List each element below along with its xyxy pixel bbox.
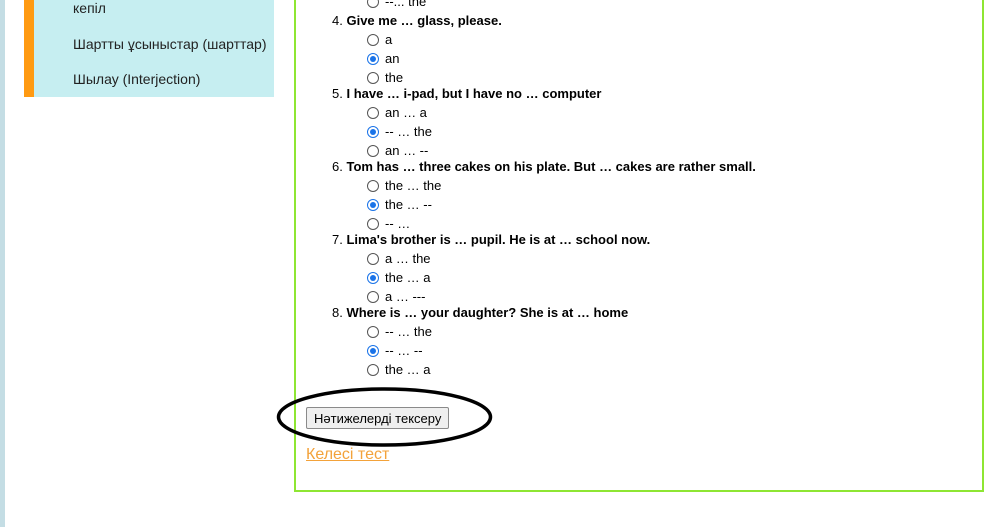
sidebar-item-interjection[interactable]: Шылау (Interjection): [73, 71, 200, 87]
question-text: I have … i-pad, but I have no … computer: [346, 86, 602, 101]
quiz-option[interactable]: the … a: [367, 270, 431, 285]
radio-button[interactable]: [367, 71, 379, 84]
quiz-option[interactable]: -- …: [367, 216, 410, 231]
question-6: 6. Tom has … three cakes on his plate. B…: [332, 159, 756, 174]
radio-button[interactable]: [367, 363, 379, 376]
option-label: a: [385, 32, 393, 47]
radio-button[interactable]: [367, 144, 379, 157]
quiz-option[interactable]: the … the: [367, 178, 441, 193]
question-5: 5. I have … i-pad, but I have no … compu…: [332, 86, 601, 101]
quiz-option[interactable]: --... the: [367, 0, 426, 9]
quiz-option[interactable]: an: [367, 51, 399, 66]
sidebar-item-kepil[interactable]: кепіл: [73, 0, 106, 16]
radio-button-selected[interactable]: [367, 198, 379, 211]
quiz-option[interactable]: a … the: [367, 251, 431, 266]
quiz-option[interactable]: a: [367, 32, 392, 47]
sidebar-item-conditionals[interactable]: Шартты ұсыныстар (шарттар): [73, 36, 267, 52]
radio-button-selected[interactable]: [367, 52, 379, 65]
option-label: the … the: [385, 178, 442, 193]
question-4: 4. Give me … glass, please.: [332, 13, 502, 28]
quiz-option[interactable]: the: [367, 70, 403, 85]
page-left-edge: [0, 0, 5, 527]
radio-button-selected[interactable]: [367, 344, 379, 357]
radio-button[interactable]: [367, 106, 379, 119]
radio-button[interactable]: [367, 252, 379, 265]
quiz-panel: --... the 4. Give me … glass, please. a …: [276, 0, 984, 492]
question-number: 5.: [332, 86, 343, 101]
sidebar: кепіл Шартты ұсыныстар (шарттар) Шылау (…: [24, 0, 274, 97]
radio-button[interactable]: [367, 0, 379, 8]
radio-button-selected[interactable]: [367, 125, 379, 138]
question-text: Give me … glass, please.: [346, 13, 502, 28]
radio-button[interactable]: [367, 179, 379, 192]
option-label: -- …: [385, 216, 411, 231]
question-text: Lima's brother is … pupil. He is at … sc…: [346, 232, 651, 247]
option-label: --... the: [385, 0, 427, 9]
option-label: -- … the: [385, 324, 432, 339]
option-label: the … a: [385, 362, 431, 377]
option-label: an … a: [385, 105, 427, 120]
next-test-link[interactable]: Келесі тест: [306, 446, 389, 464]
radio-button[interactable]: [367, 325, 379, 338]
question-number: 6.: [332, 159, 343, 174]
option-label: the … a: [385, 270, 431, 285]
question-7: 7. Lima's brother is … pupil. He is at ……: [332, 232, 650, 247]
question-number: 8.: [332, 305, 343, 320]
quiz-option[interactable]: -- … the: [367, 324, 432, 339]
quiz-option[interactable]: the … a: [367, 362, 431, 377]
option-label: a … the: [385, 251, 431, 266]
option-label: -- … --: [385, 343, 423, 358]
option-label: a … ---: [385, 289, 426, 304]
quiz-option[interactable]: a … ---: [367, 289, 425, 304]
quiz-option[interactable]: -- … --: [367, 343, 423, 358]
question-text: Tom has … three cakes on his plate. But …: [346, 159, 756, 174]
question-number: 7.: [332, 232, 343, 247]
option-label: an … --: [385, 143, 429, 158]
question-number: 4.: [332, 13, 343, 28]
question-8: 8. Where is … your daughter? She is at ……: [332, 305, 628, 320]
radio-button[interactable]: [367, 290, 379, 303]
option-label: -- … the: [385, 124, 432, 139]
check-results-button[interactable]: Нәтижелерді тексеру: [306, 407, 450, 429]
option-label: the … --: [385, 197, 432, 212]
quiz-option[interactable]: the … --: [367, 197, 432, 212]
quiz-option[interactable]: an … a: [367, 105, 427, 120]
question-text: Where is … your daughter? She is at … ho…: [346, 305, 629, 320]
radio-button[interactable]: [367, 33, 379, 46]
radio-button-selected[interactable]: [367, 271, 379, 284]
option-label: an: [385, 51, 400, 66]
quiz-option[interactable]: an … --: [367, 143, 428, 158]
quiz-option[interactable]: -- … the: [367, 124, 432, 139]
option-label: the: [385, 70, 404, 85]
radio-button[interactable]: [367, 217, 379, 230]
